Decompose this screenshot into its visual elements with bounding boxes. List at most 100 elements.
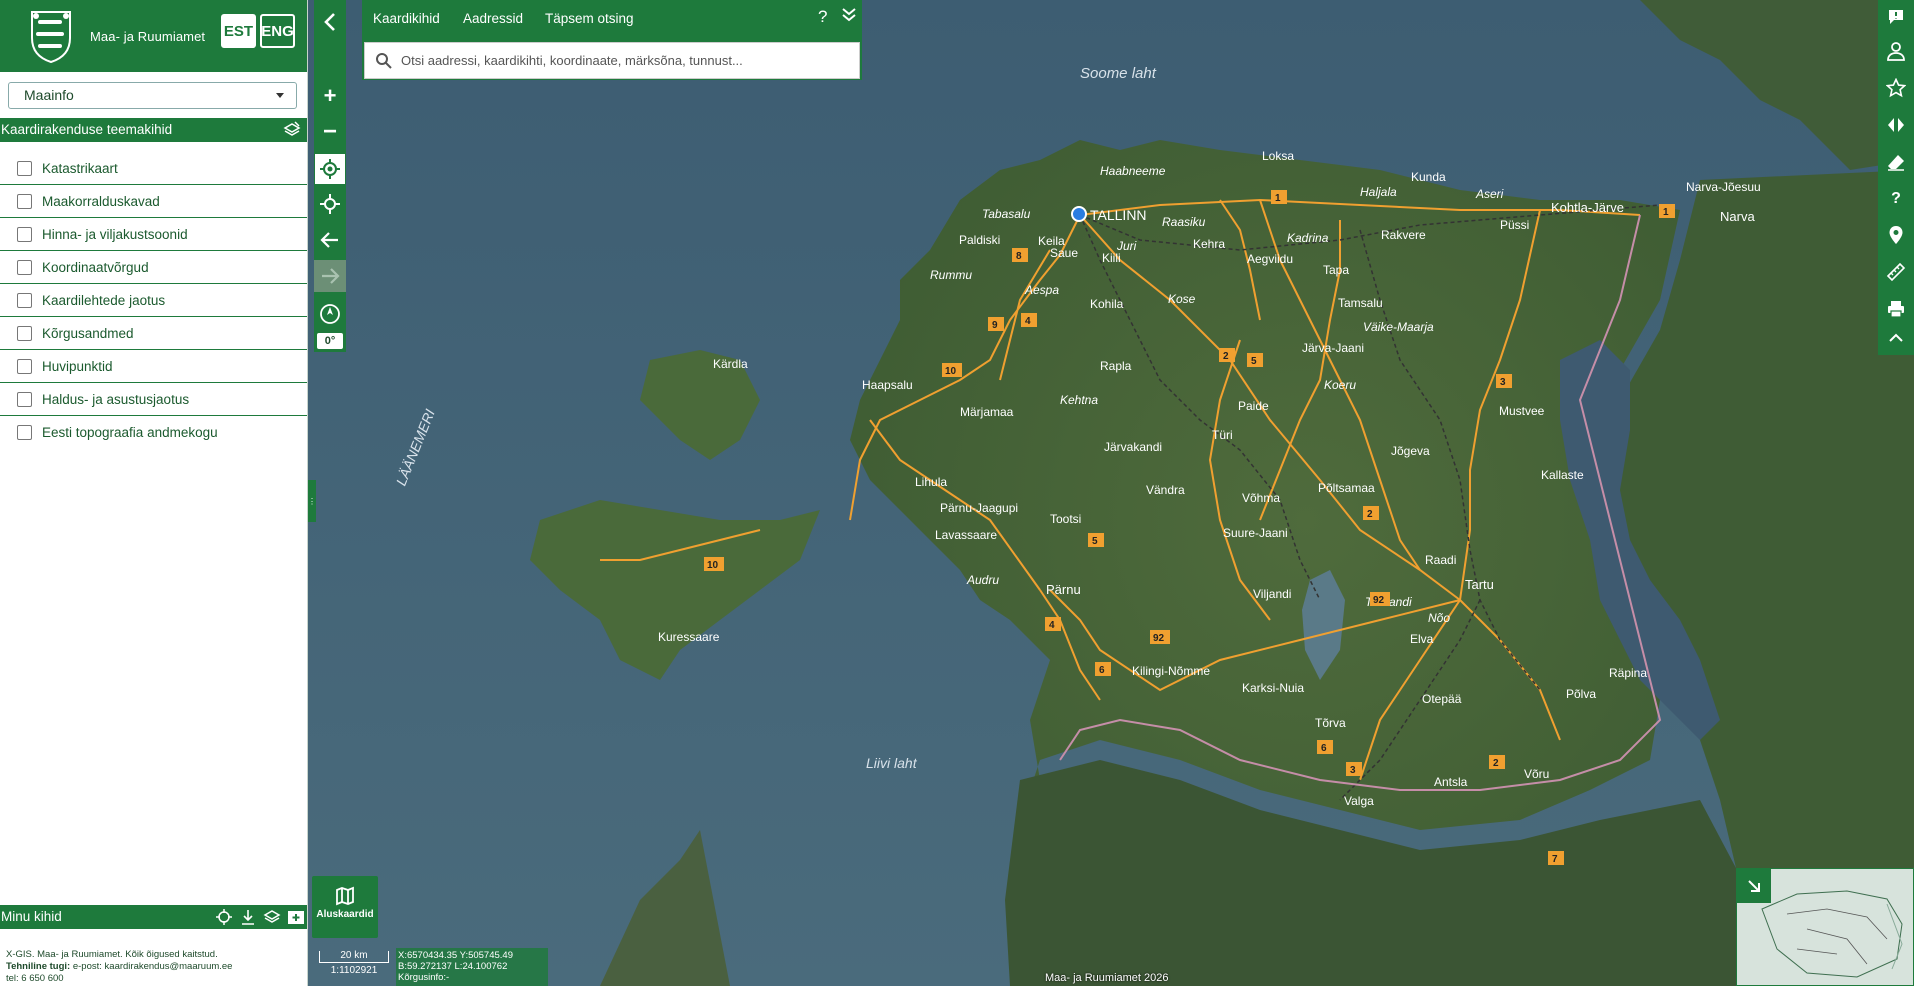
svg-text:6: 6 — [1321, 743, 1327, 754]
svg-text:7: 7 — [1552, 854, 1558, 865]
layer-item-katastrikaart[interactable]: Katastrikaart — [0, 152, 307, 185]
layer-item-kaardilehtede-jaotus[interactable]: Kaardilehtede jaotus — [0, 284, 307, 317]
add-layer-icon[interactable] — [287, 908, 305, 926]
layer-item-maakorralduskavad[interactable]: Maakorralduskavad — [0, 185, 307, 218]
overview-toggle-button[interactable] — [1737, 869, 1771, 903]
crosshair-icon[interactable] — [215, 908, 233, 926]
footer-support-label: Tehniline tugi: — [6, 961, 71, 972]
layer-item-haldusjaotus[interactable]: Haldus- ja asustusjaotus — [0, 383, 307, 416]
zoom-in-button[interactable]: + — [314, 80, 346, 112]
tab-kaardikihid[interactable]: Kaardikihid — [373, 11, 440, 26]
tab-tapsem-otsing[interactable]: Täpsem otsing — [545, 11, 634, 26]
place-label: Jõgeva — [1391, 444, 1430, 458]
panel-resize-handle[interactable]: ⋮ — [308, 480, 316, 522]
measure-button[interactable] — [1878, 255, 1914, 289]
center-map-button[interactable] — [314, 188, 346, 220]
compass-button[interactable] — [314, 298, 346, 330]
my-location-button[interactable] — [314, 153, 346, 185]
footer-support-email[interactable]: e-post: kaardirakendus@maaruum.ee — [70, 961, 233, 972]
coat-of-arms-logo — [24, 7, 78, 65]
theme-select[interactable]: Maainfo — [8, 82, 297, 109]
place-marker-button[interactable] — [1878, 218, 1914, 252]
swap-arrows-icon — [1888, 118, 1904, 132]
elevation-info: Kõrgusinfo:- — [398, 972, 450, 983]
scale-ratio: 1:1102921 — [330, 965, 378, 976]
layer-checkbox[interactable] — [17, 193, 32, 209]
download-icon[interactable] — [239, 908, 257, 926]
layer-label: Huvipunktid — [42, 358, 113, 374]
feedback-button[interactable] — [1878, 0, 1914, 34]
place-label: Türi — [1212, 428, 1233, 442]
search-box — [364, 42, 860, 79]
layer-checkbox[interactable] — [17, 292, 32, 308]
place-label: Haabneeme — [1100, 164, 1166, 178]
lang-eng-button[interactable]: ENG — [260, 14, 295, 48]
place-label: Karksi-Nuia — [1242, 681, 1304, 695]
place-label: Püssi — [1500, 218, 1529, 232]
place-label: Antsla — [1434, 775, 1468, 789]
place-label: Haapsalu — [862, 378, 913, 392]
layer-item-huvipunktid[interactable]: Huvipunktid — [0, 350, 307, 383]
basemap-label: Aluskaardid — [316, 909, 374, 920]
layer-checkbox[interactable] — [17, 358, 32, 374]
search-icon — [376, 52, 392, 69]
user-button[interactable] — [1878, 34, 1914, 68]
previous-view-button[interactable] — [314, 224, 346, 256]
place-label: Valga — [1344, 794, 1374, 808]
map-toolbar: + − 0° — [314, 0, 346, 352]
place-label: TALLINN — [1090, 207, 1147, 223]
place-label: Väike-Maarja — [1363, 320, 1434, 334]
layers-icon[interactable] — [263, 908, 281, 926]
rotation-readout: 0° — [317, 333, 343, 349]
layer-label: Eesti topograafia andmekogu — [42, 425, 218, 440]
overview-map[interactable] — [1736, 868, 1914, 986]
my-layers-header: Minu kihid — [0, 905, 307, 929]
layer-item-topograafia[interactable]: Eesti topograafia andmekogu — [0, 416, 307, 449]
place-label: Viljandi — [1253, 587, 1291, 601]
user-icon — [1887, 42, 1905, 61]
compare-button[interactable] — [1878, 108, 1914, 142]
svg-text:9: 9 — [992, 320, 998, 331]
place-label: Narva-Jõesuu — [1686, 180, 1761, 194]
feedback-icon — [1889, 10, 1903, 24]
favorites-button[interactable] — [1878, 71, 1914, 105]
collapse-toolbar-button[interactable] — [1878, 324, 1914, 352]
search-help-button[interactable]: ? — [818, 7, 827, 27]
help-button[interactable]: ? — [1878, 182, 1914, 216]
zoom-out-button[interactable]: − — [314, 116, 346, 148]
layer-checkbox[interactable] — [17, 160, 32, 176]
layer-checkbox[interactable] — [17, 259, 32, 275]
layers-stack-icon[interactable] — [283, 121, 301, 147]
layer-item-hinna-viljakus[interactable]: Hinna- ja viljakustsoonid — [0, 218, 307, 251]
place-label: Aespa — [1024, 283, 1059, 297]
place-label: Mustvee — [1499, 404, 1545, 418]
print-button[interactable] — [1878, 292, 1914, 326]
layer-item-koordinaatvorgud[interactable]: Koordinaatvõrgud — [0, 251, 307, 284]
collapse-panel-button[interactable] — [314, 6, 346, 38]
place-label: Rakvere — [1381, 228, 1426, 242]
basemap-button[interactable]: Aluskaardid — [312, 876, 378, 938]
lang-est-button[interactable]: EST — [221, 14, 256, 48]
layer-checkbox[interactable] — [17, 325, 32, 341]
place-label: Vändra — [1146, 483, 1185, 497]
place-label: Kadrina — [1287, 231, 1329, 245]
crosshair-icon — [320, 194, 340, 214]
location-marker[interactable] — [1071, 206, 1087, 222]
tab-aadressid[interactable]: Aadressid — [463, 11, 523, 26]
left-panel: Maa- ja Ruumiamet EST ENG Maainfo Kaardi… — [0, 0, 308, 986]
place-label: Kose — [1168, 292, 1196, 306]
layer-checkbox[interactable] — [17, 226, 32, 242]
svg-text:2: 2 — [1493, 758, 1499, 769]
next-view-button[interactable] — [314, 260, 346, 292]
layer-checkbox[interactable] — [17, 391, 32, 407]
svg-text:4: 4 — [1025, 316, 1031, 327]
place-label: Kallaste — [1541, 468, 1584, 482]
layer-item-korgusandmed[interactable]: Kõrgusandmed — [0, 317, 307, 350]
place-label: Haljala — [1360, 185, 1397, 199]
eraser-button[interactable] — [1878, 145, 1914, 179]
double-chevron-down-icon[interactable] — [840, 6, 858, 29]
layer-checkbox[interactable] — [17, 425, 32, 440]
place-label: Loksa — [1262, 149, 1294, 163]
search-input[interactable] — [401, 53, 841, 68]
svg-text:3: 3 — [1350, 765, 1356, 776]
